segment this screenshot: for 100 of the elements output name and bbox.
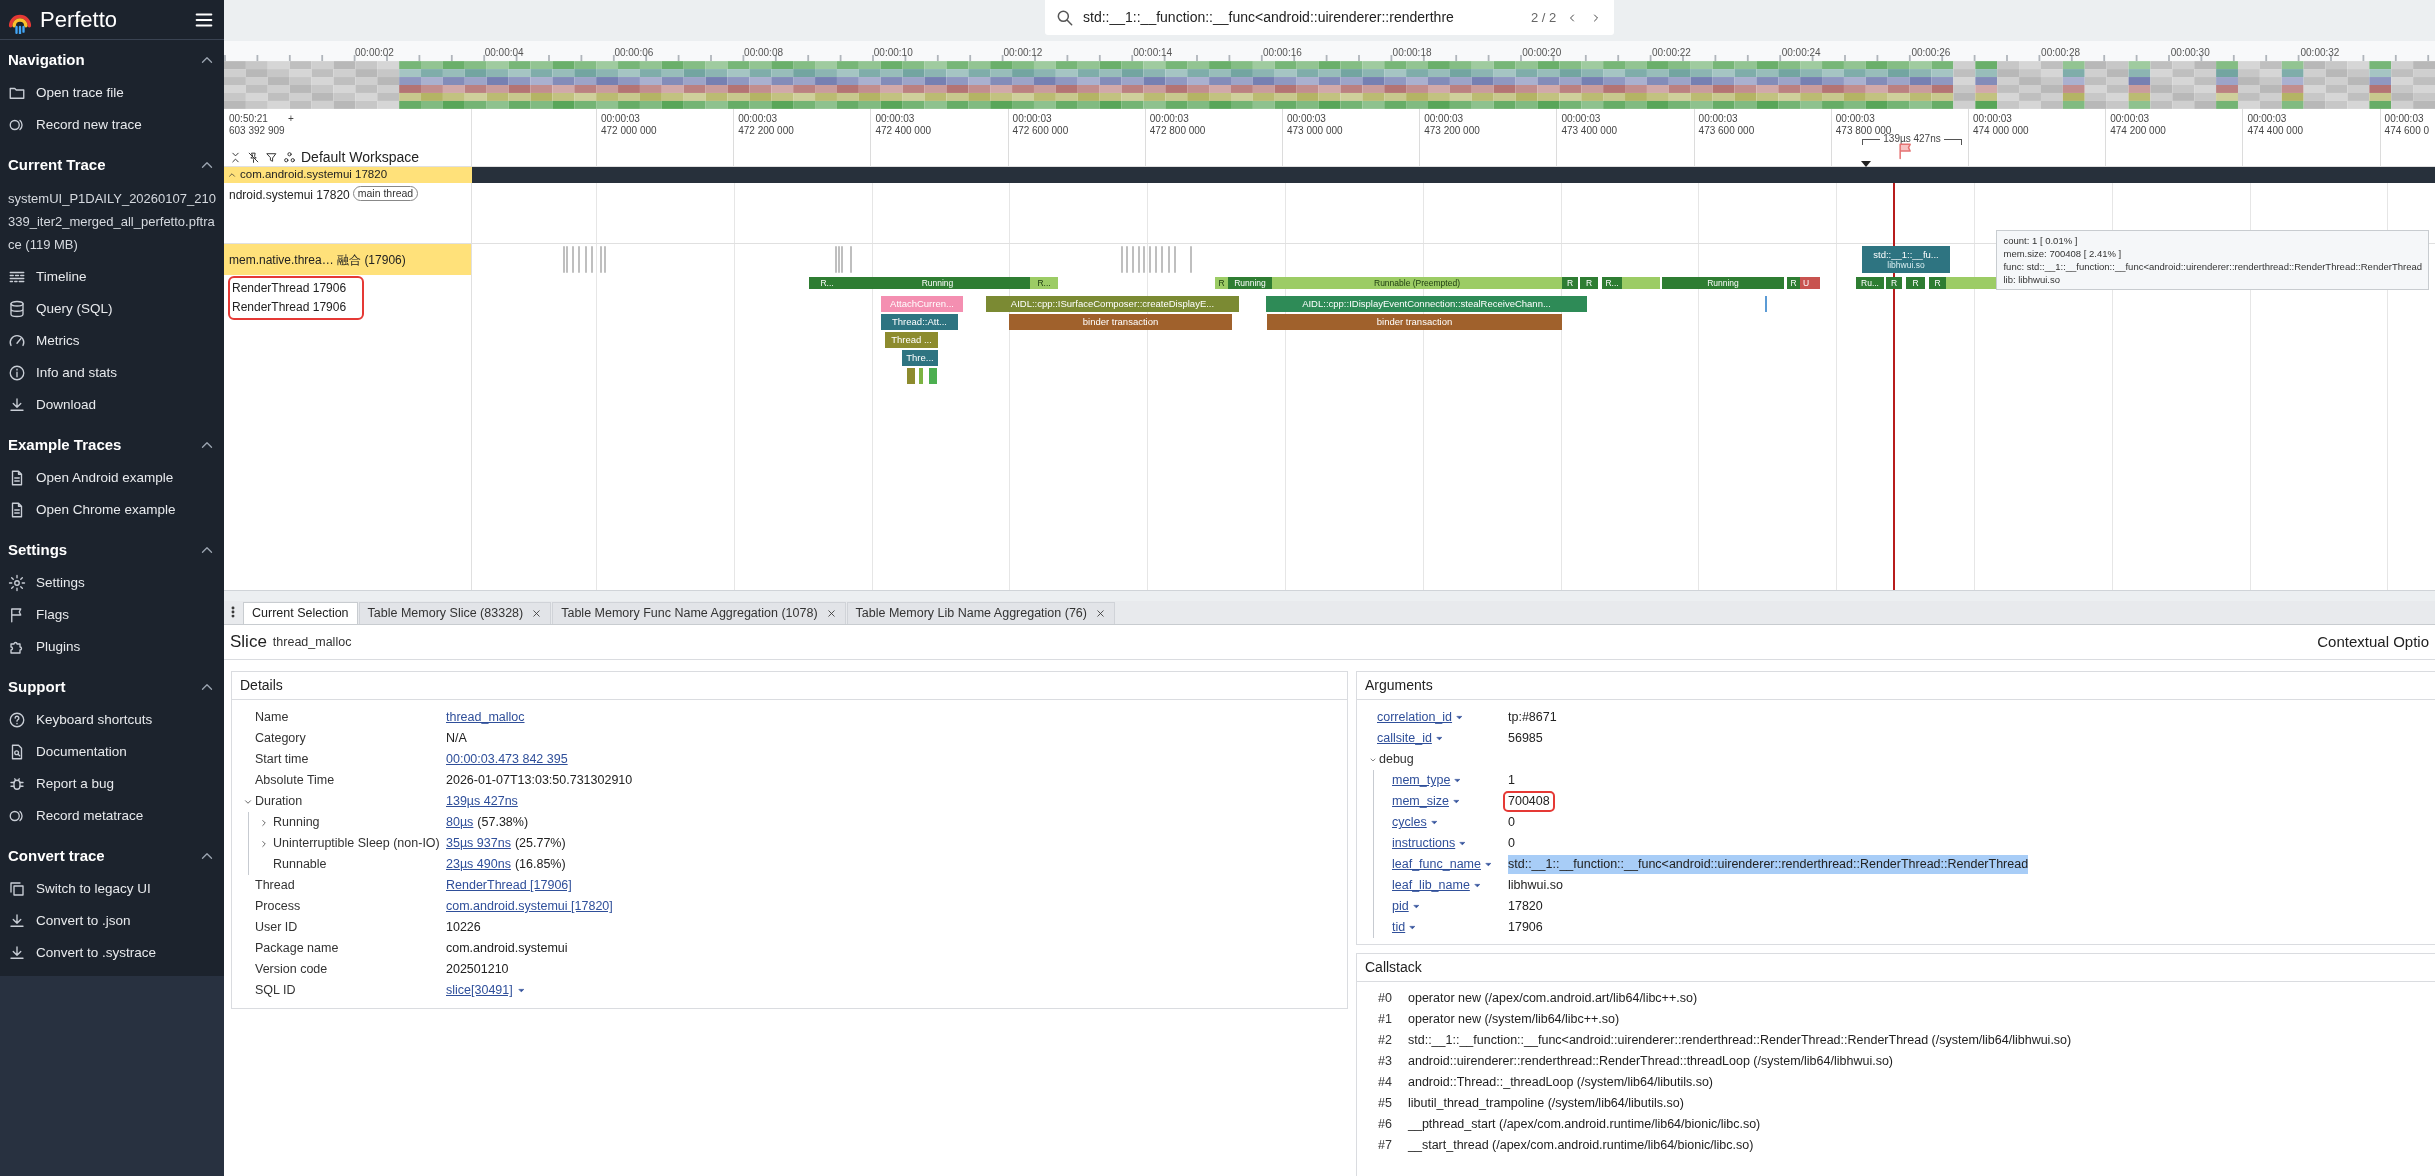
value-link[interactable]: 139µs 427ns [446,792,518,811]
argument-key-link[interactable]: mem_type [1392,771,1451,790]
tab[interactable]: Current Selection [243,602,358,624]
sidebar-item[interactable]: Report a bug [0,768,224,800]
thread-state[interactable]: Ru... [1856,277,1884,289]
sidebar-item[interactable]: Timeline [0,261,224,293]
sidebar-item[interactable]: Open Android example [0,462,224,494]
close-icon[interactable] [1094,608,1106,619]
chevron-up-icon[interactable] [227,170,237,180]
thread-state[interactable]: R [1906,277,1925,289]
value-link[interactable]: 23µs 490ns [446,855,511,874]
caret-icon[interactable] [1411,902,1421,911]
caret-icon[interactable] [1434,734,1444,743]
caret-icon[interactable] [1453,776,1463,785]
argument-value: 56985 [1508,730,1543,748]
argument-key-link[interactable]: pid [1392,897,1409,916]
argument-key-link[interactable]: callsite_id [1377,729,1432,748]
sidebar-item[interactable]: Metrics [0,325,224,357]
sidebar-item[interactable]: Switch to legacy UI [0,873,224,905]
slice[interactable]: AIDL::cpp::IDisplayEventConnection::stealReceiveChann... [1266,296,1587,312]
argument-key-link[interactable]: cycles [1392,813,1427,832]
argument-key-link[interactable]: instructions [1392,834,1456,853]
sidebar-item[interactable]: Documentation [0,736,224,768]
thread-state[interactable]: R [1929,277,1946,289]
thread-state[interactable]: R [1215,277,1228,289]
nodes-icon[interactable] [283,151,296,164]
tab[interactable]: Table Memory Slice (83328) [358,602,552,624]
detail-value: 202501210 [446,961,509,979]
time-label: 00:00:03 [1424,113,1464,125]
caret-icon[interactable] [1408,923,1418,932]
chevron-right-icon[interactable] [259,817,269,828]
thread-state[interactable]: Runnable (Preempted) [1272,277,1562,289]
value-link[interactable]: 35µs 937ns [446,834,511,853]
search-input[interactable]: std::__1::__function::__func<android::uirenderer::renderthre [1083,7,1523,28]
sidebar-item[interactable]: Plugins [0,631,224,663]
thread-state[interactable]: R [1562,277,1578,289]
slice[interactable]: Thread::Att... [881,314,958,330]
value-link[interactable]: com.android.systemui [17820] [446,897,613,916]
sidebar-item[interactable]: Open Chrome example [0,494,224,526]
slice[interactable]: Thre... [902,350,938,366]
argument-key-link[interactable]: tid [1392,918,1406,937]
time-label: 00:00:16 [1262,46,1302,60]
thread-state[interactable]: R [1787,277,1800,289]
argument-key-link[interactable]: leaf_lib_name [1392,876,1470,895]
thread-state[interactable]: R... [1602,277,1622,289]
tab[interactable]: Table Memory Lib Name Aggregation (76) [846,602,1115,624]
value-link[interactable]: slice[30491] [446,981,513,1000]
thread-state[interactable]: R [1580,277,1598,289]
sidebar-item[interactable]: Open trace file [0,77,224,109]
thread-state[interactable]: Running [1662,277,1784,289]
search-field[interactable]: std::__1::__function::__func<android::uirenderer::renderthre 2 / 2 [1045,0,1615,35]
argument-key-link[interactable]: leaf_func_name [1392,855,1481,874]
thread-state[interactable]: R... [1030,277,1058,289]
thread-state[interactable]: R... [809,277,845,289]
slice[interactable]: std::__1::__fu... libhwui.so [1862,246,1950,273]
close-icon[interactable] [825,608,837,619]
slice[interactable]: binder transaction [1267,314,1562,330]
sidebar-item[interactable]: Record metatrace [0,800,224,832]
value-link[interactable]: RenderThread [17906] [446,876,572,895]
argument-key-link[interactable]: mem_size [1392,792,1449,811]
caret-icon[interactable] [1429,818,1439,827]
tooltip-text: func: std::__1::__function::__func<android::uirenderer::renderthread::RenderThread::RenderThread [2003,260,2422,273]
sidebar-item[interactable]: Info and stats [0,357,224,389]
caret-icon[interactable] [516,986,526,995]
close-icon[interactable] [531,608,543,619]
unpin-icon[interactable] [247,151,260,164]
caret-icon[interactable] [1451,797,1461,806]
filter-icon[interactable] [265,151,278,164]
slice[interactable]: AIDL::cpp::ISurfaceComposer::createDisplayE... [986,296,1239,312]
thread-state[interactable]: U [1800,277,1812,289]
caret-icon[interactable] [1455,713,1465,722]
tab[interactable]: Table Memory Func Name Aggregation (1078) [552,602,846,624]
argument-key-link[interactable]: correlation_id [1377,708,1453,727]
sidebar-item[interactable]: Query (SQL) [0,293,224,325]
sidebar-item[interactable]: Flags [0,599,224,631]
thread-state[interactable]: Running [1228,277,1272,289]
value-link[interactable]: thread_malloc [446,708,525,727]
caret-icon[interactable] [1458,839,1468,848]
chevron-right-icon[interactable] [259,838,269,849]
caret-icon[interactable] [1483,860,1493,869]
frame-text: std::__1::__function::__func<android::uirenderer::renderthread::RenderThread::RenderThread (/system/lib64/libhwui.so) [1408,1032,2072,1050]
slice[interactable]: binder transaction [1009,314,1232,330]
sidebar-item[interactable]: Convert to .systrace [0,937,224,969]
caret-icon[interactable] [1472,881,1482,890]
time-label: 00:00:12 [1003,46,1043,60]
sidebar-item[interactable]: Convert to .json [0,905,224,937]
thread-state[interactable]: R [1886,277,1902,289]
sidebar-item[interactable]: Download [0,389,224,421]
collapse-icon[interactable] [229,151,242,164]
sidebar-item[interactable]: Settings [0,567,224,599]
sidebar-item[interactable]: Keyboard shortcuts [0,704,224,736]
frame-text: __start_thread (/apex/com.android.runtime/lib64/bionic/libc.so) [1408,1137,1754,1155]
slice[interactable]: Thread ... [885,332,938,348]
time-label: 00:00:22 [1652,46,1691,60]
value-link[interactable]: 00:00:03.473 842 395 [446,750,568,769]
thread-state[interactable]: Running [845,277,1030,289]
value-link[interactable]: 80µs [446,813,474,832]
time-label: 00:00:03 [2247,113,2287,125]
download-icon [8,396,26,414]
sidebar-item[interactable]: Record new trace [0,109,224,141]
